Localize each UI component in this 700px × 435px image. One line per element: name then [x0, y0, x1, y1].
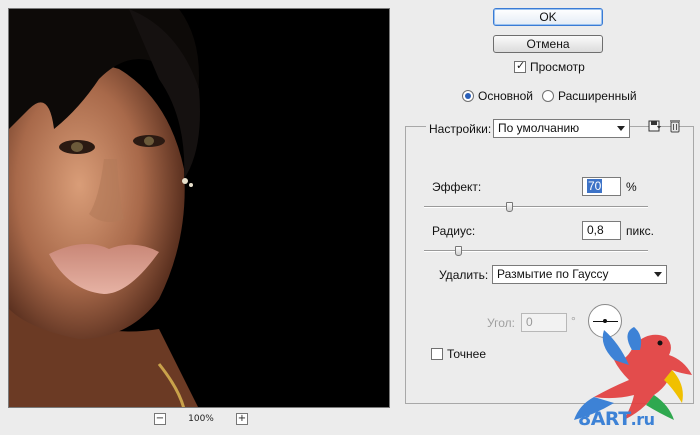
effect-slider-track[interactable] [424, 206, 648, 208]
precise-toggle[interactable]: Точнее [431, 347, 486, 361]
portrait-photo [9, 9, 389, 407]
dropdown-arrow-icon [617, 126, 625, 131]
effect-label: Эффект: [432, 180, 482, 194]
settings-label: Настройки: [426, 122, 495, 136]
effect-input[interactable]: 70 [582, 177, 621, 196]
zoom-out-button[interactable]: − [154, 413, 166, 425]
preview-image[interactable] [8, 8, 390, 408]
zoom-in-button[interactable]: + [235, 413, 248, 425]
precise-checkbox[interactable] [431, 348, 443, 360]
mode-basic-label: Основной [478, 89, 534, 103]
preview-toggle[interactable]: Просмотр [514, 59, 585, 74]
watermark-text: 8ART.ru [578, 408, 655, 430]
preview-checkbox[interactable] [514, 59, 526, 73]
radius-input[interactable]: 0,8 [582, 221, 621, 240]
angle-label: Угол: [487, 316, 515, 330]
effect-unit: % [626, 180, 637, 194]
angle-input[interactable]: 0 [521, 313, 567, 332]
watermark-suffix: .ru [630, 410, 655, 429]
cancel-button[interactable]: Отмена [493, 35, 603, 53]
mode-basic[interactable]: Основной [462, 89, 533, 103]
mode-advanced-label: Расширенный [558, 89, 637, 103]
zoom-level: 100% [188, 414, 214, 424]
delete-preset-icon[interactable] [668, 119, 682, 133]
radius-unit: пикс. [626, 224, 654, 238]
remove-label: Удалить: [439, 268, 489, 282]
angle-value: 0 [526, 315, 533, 329]
remove-dropdown[interactable]: Размытие по Гауссу [492, 265, 667, 284]
radius-slider-thumb[interactable] [454, 246, 462, 256]
mode-advanced[interactable]: Расширенный [542, 89, 637, 103]
mode-basic-radio[interactable] [462, 90, 474, 102]
save-preset-icon[interactable] [648, 119, 662, 133]
dropdown-arrow-icon [654, 272, 662, 277]
effect-slider-thumb[interactable] [506, 202, 514, 212]
ok-button[interactable]: OK [493, 8, 603, 26]
watermark-brand: 8ART [578, 408, 631, 430]
effect-value: 70 [587, 179, 603, 193]
precise-label: Точнее [447, 347, 487, 361]
radius-label: Радиус: [432, 224, 476, 238]
zoom-bar: − 100% + [154, 410, 248, 428]
remove-value: Размытие по Гауссу [497, 267, 609, 281]
preview-label: Просмотр [530, 60, 585, 74]
radius-value: 0,8 [587, 223, 604, 237]
mode-advanced-radio[interactable] [542, 90, 554, 102]
settings-dropdown[interactable]: По умолчанию [493, 119, 630, 138]
settings-value: По умолчанию [498, 121, 580, 135]
